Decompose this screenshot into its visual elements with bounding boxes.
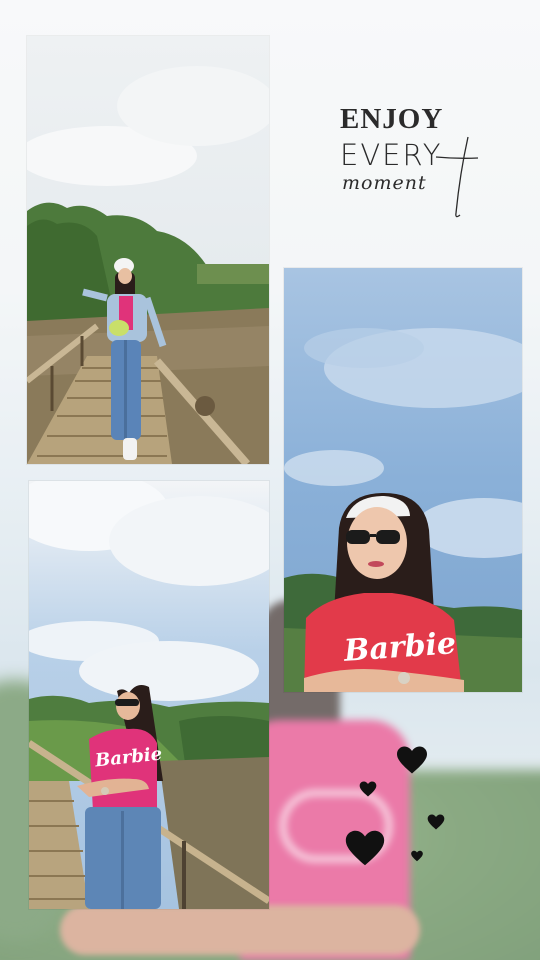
photo-portrait-image (284, 268, 522, 692)
photo-portrait-sunglasses[interactable]: Barbie (284, 268, 522, 692)
photo-riverside-pose[interactable]: Barbie (29, 481, 269, 909)
heart-icon (411, 850, 423, 862)
heart-icon (359, 781, 377, 797)
photo-bamboo-bridge-image (27, 36, 269, 464)
heart-icon (397, 746, 427, 774)
headline-flourish-icon (435, 136, 479, 218)
headline-enjoy-every-moment: ENJOY EVERY moment (338, 103, 498, 223)
heart-icon (345, 830, 385, 866)
photo-bamboo-bridge[interactable] (27, 36, 269, 464)
photo-riverside-image (29, 481, 269, 909)
heart-icon (427, 814, 445, 830)
